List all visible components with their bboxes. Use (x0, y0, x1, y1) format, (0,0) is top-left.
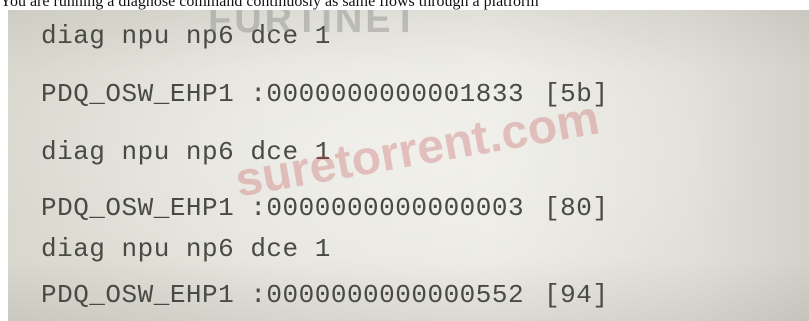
terminal-output: diag npu np6 dce 1 PDQ_OSW_EHP1 :0000000… (8, 10, 809, 321)
terminal-line-result: PDQ_OSW_EHP1 :0000000000001833 [5b] (41, 76, 609, 112)
command-text: diag npu np6 dce 1 (41, 137, 331, 167)
terminal-line-result: PDQ_OSW_EHP1 :0000000000000003 [80] (41, 190, 609, 226)
command-text: diag npu np6 dce 1 (41, 234, 331, 264)
terminal-screenshot: diag npu np6 dce 1 PDQ_OSW_EHP1 :0000000… (8, 10, 809, 321)
terminal-line-command: diag npu np6 dce 1 (41, 134, 331, 170)
command-text: diag npu np6 dce 1 (41, 21, 331, 51)
terminal-line-result: PDQ_OSW_EHP1 :0000000000000552 [94] (41, 277, 609, 313)
caption-text: You are running a diagnose command conti… (0, 0, 539, 10)
result-code: [5b] (544, 79, 609, 109)
terminal-line-command: diag npu np6 dce 1 (41, 231, 331, 267)
result-text: PDQ_OSW_EHP1 :0000000000000003 (41, 193, 525, 223)
result-text: PDQ_OSW_EHP1 :0000000000001833 (41, 79, 525, 109)
page: You are running a diagnose command conti… (0, 0, 809, 321)
terminal-line-command: diag npu np6 dce 1 (41, 18, 331, 54)
result-code: [80] (544, 193, 609, 223)
result-code: [94] (544, 280, 609, 310)
result-text: PDQ_OSW_EHP1 :0000000000000552 (41, 280, 525, 310)
